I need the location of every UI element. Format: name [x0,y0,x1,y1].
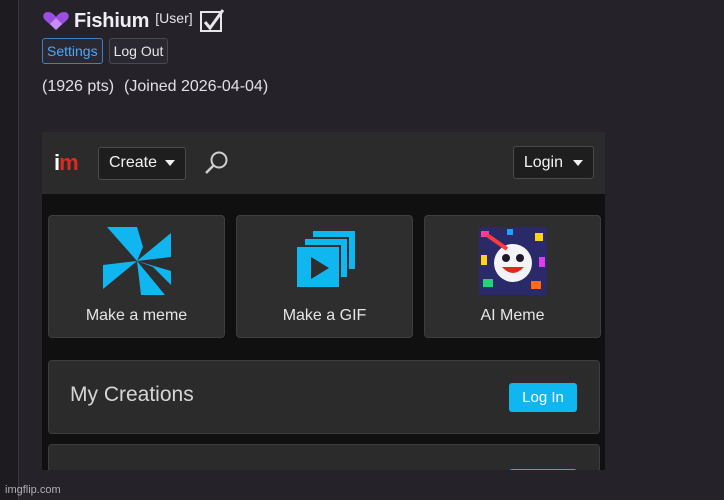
create-dropdown[interactable]: Create [98,146,187,180]
logout-button[interactable]: Log Out [108,38,169,64]
make-gif-tile[interactable]: Make a GIF [236,215,413,338]
checkbox-check-icon [199,9,224,32]
top-navbar: im Create Login [42,132,605,194]
my-creations-panel: My Creations Log In [48,360,600,434]
creations-login-button[interactable]: Log In [509,383,577,412]
login-label: Login [523,153,563,171]
make-meme-tile[interactable]: Make a meme [48,215,225,338]
settings-button[interactable]: Settings [42,38,103,64]
imgflip-watermark: imgflip.com [5,484,61,496]
username[interactable]: Fishium [74,10,149,33]
user-stats: (1926 pts) (Joined 2026-04-04) [42,78,268,96]
tile-label: Make a GIF [282,307,367,324]
purple-heart-icon [43,12,69,30]
user-profile: Fishium [User] Settings Log Out (1926 pt… [42,8,268,96]
imgflip-logo[interactable]: im [54,150,98,176]
left-rail [0,0,19,500]
embedded-screenshot: im Create Login Make a meme Make a GIF A… [42,132,605,470]
create-label: Create [109,154,158,171]
points-count: (1926 pts) [42,78,115,95]
logo-letter-m: m [59,150,79,175]
action-tiles: Make a meme Make a GIF AI Meme [48,215,601,338]
profile-actions: Settings Log Out [42,38,268,64]
chevron-down-icon [573,159,583,166]
joined-date: (Joined 2026-04-04) [124,78,269,95]
ai-meme-tile[interactable]: AI Meme [424,215,601,338]
user-role-badge: [User] [155,10,193,26]
tile-label: Make a meme [85,307,188,324]
next-panel-button[interactable] [509,469,577,470]
next-panel [48,444,600,470]
my-creations-title: My Creations [70,383,194,406]
pinwheel-icon [102,227,171,295]
login-dropdown[interactable]: Login [512,146,594,179]
gif-stack-icon [296,231,355,287]
name-row: Fishium [User] [42,8,268,34]
tile-label: AI Meme [480,307,545,324]
chevron-down-icon [165,160,176,166]
search-icon[interactable] [204,150,230,176]
ai-meme-thumbnail [478,227,547,295]
